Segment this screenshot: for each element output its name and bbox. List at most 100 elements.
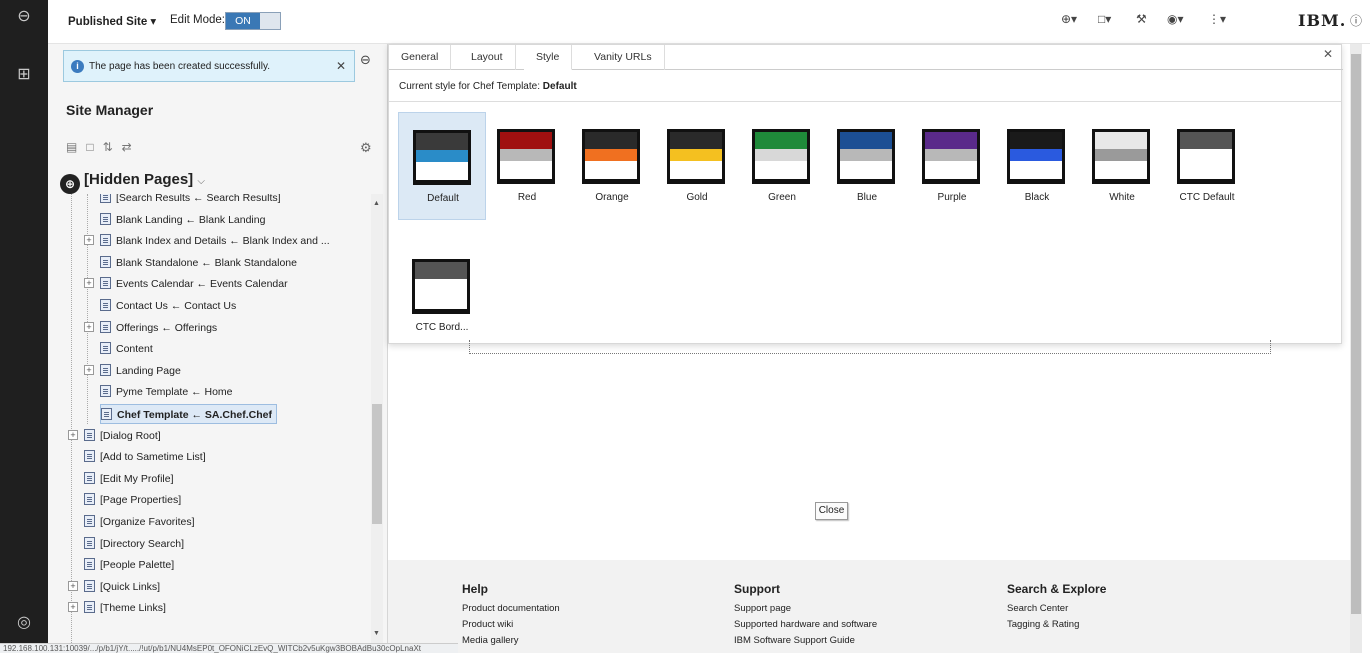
- collapse-toolbar-icon[interactable]: ⊖: [13, 6, 35, 28]
- style-swatch[interactable]: Orange: [568, 112, 656, 220]
- tree-node[interactable]: + Landing Page: [84, 361, 181, 381]
- tab-general[interactable]: General: [389, 45, 452, 70]
- style-preview-icon: [582, 129, 640, 184]
- style-preview-icon: [1177, 129, 1235, 184]
- published-site-dropdown[interactable]: Published Site ▾: [68, 14, 156, 28]
- tree-node[interactable]: [Organize Favorites]: [84, 512, 195, 532]
- close-notification-icon[interactable]: ✕: [336, 59, 346, 73]
- tree-node[interactable]: + [Dialog Root]: [68, 426, 161, 446]
- scroll-thumb[interactable]: [372, 404, 382, 524]
- style-swatch[interactable]: CTC Default: [1163, 112, 1251, 220]
- footer-link[interactable]: Media gallery: [462, 633, 560, 649]
- chevron-down-icon[interactable]: ⌵: [197, 176, 205, 187]
- footer-support-title: Support: [734, 582, 780, 596]
- expand-node-icon[interactable]: +: [84, 235, 94, 246]
- globe-icon: ⊕: [60, 174, 80, 194]
- tree-node[interactable]: + Events Calendar ← Events Calendar: [84, 274, 288, 294]
- style-swatch[interactable]: Green: [738, 112, 826, 220]
- tree-node[interactable]: [Directory Search]: [84, 534, 184, 554]
- tree-node[interactable]: Chef Template ← SA.Chef.Chef: [100, 404, 277, 424]
- edit-mode-toggle[interactable]: ON: [225, 12, 281, 30]
- page-icon: [100, 299, 111, 311]
- tree-node[interactable]: + Blank Index and Details ← Blank Index a…: [84, 231, 330, 251]
- divider: [389, 101, 1341, 102]
- style-swatch[interactable]: Black: [993, 112, 1081, 220]
- style-preview-icon: [667, 129, 725, 184]
- footer-link[interactable]: Product wiki: [462, 617, 560, 633]
- tree-scrollbar[interactable]: ▲ ▼: [371, 194, 383, 653]
- move-icon[interactable]: ⇅: [103, 140, 122, 154]
- style-preview-icon: [922, 129, 980, 184]
- tree-node[interactable]: Content: [100, 339, 153, 359]
- tab-style[interactable]: Style: [524, 45, 573, 70]
- style-name: Default: [427, 193, 459, 204]
- style-preview-icon: [413, 130, 471, 185]
- style-preview-icon: [752, 129, 810, 184]
- footer-link[interactable]: Tagging & Rating: [1007, 617, 1106, 633]
- tree-node[interactable]: Pyme Template ← Home: [100, 382, 233, 402]
- expand-node-icon[interactable]: +: [68, 602, 78, 613]
- tree-node[interactable]: + [Theme Links]: [68, 598, 166, 618]
- scroll-down-icon[interactable]: ▼: [373, 630, 380, 637]
- new-page-icon[interactable]: ▤: [66, 140, 86, 154]
- tree-node[interactable]: [Page Properties]: [84, 490, 181, 510]
- footer-link[interactable]: Search Center: [1007, 601, 1106, 617]
- close-dialog-icon[interactable]: ✕: [1323, 47, 1333, 61]
- style-swatch[interactable]: White: [1078, 112, 1166, 220]
- expand-node-icon[interactable]: +: [84, 278, 94, 289]
- style-swatch[interactable]: Red: [483, 112, 571, 220]
- collapse-panel-icon[interactable]: ⊖: [360, 52, 371, 68]
- expand-node-icon[interactable]: +: [84, 364, 94, 375]
- tree-node[interactable]: Blank Landing ← Blank Landing: [100, 210, 265, 230]
- tree-node-label: [Page Properties]: [100, 494, 182, 507]
- page-icon: [100, 277, 111, 290]
- tab-vanity-urls[interactable]: Vanity URLs: [582, 45, 665, 70]
- hidden-pages-label: [Hidden Pages]: [84, 171, 194, 188]
- help-lifebuoy-icon[interactable]: ◎: [13, 612, 35, 634]
- tree-node[interactable]: Contact Us ← Contact Us: [100, 296, 236, 316]
- style-swatch[interactable]: Gold: [653, 112, 741, 220]
- status-url: 192.168.100.131:10039/.../p/b1/jY/t.....…: [0, 643, 458, 653]
- footer-link[interactable]: Supported hardware and software: [734, 617, 877, 633]
- expand-node-icon[interactable]: +: [84, 321, 94, 332]
- tree-node[interactable]: [Add to Sametime List]: [84, 447, 206, 467]
- tree-node[interactable]: + [Quick Links]: [68, 577, 160, 597]
- scroll-up-icon[interactable]: ▲: [373, 200, 380, 207]
- add-page-icon[interactable]: ⊞: [13, 64, 35, 86]
- copy-page-icon[interactable]: □: [86, 140, 102, 154]
- sort-icon[interactable]: ⇄: [122, 140, 141, 154]
- tree-node-label: [Organize Favorites]: [100, 516, 195, 528]
- tab-layout[interactable]: Layout: [459, 45, 516, 70]
- info-icon[interactable]: ⓘ: [1350, 12, 1362, 29]
- tree-node[interactable]: [Edit My Profile]: [84, 469, 174, 489]
- footer: Help Product documentation Product wiki …: [388, 560, 1350, 653]
- style-swatch[interactable]: Blue: [823, 112, 911, 220]
- style-name: Green: [768, 192, 796, 203]
- style-swatch[interactable]: Default: [398, 112, 486, 220]
- expand-node-icon[interactable]: +: [68, 429, 78, 440]
- tree-node-label: Content: [116, 343, 153, 356]
- page-scroll-thumb[interactable]: [1351, 54, 1361, 614]
- footer-link[interactable]: Support page: [734, 601, 877, 617]
- footer-link[interactable]: IBM Software Support Guide: [734, 633, 877, 649]
- tree-node[interactable]: [Search Results ← Search Results]: [100, 194, 281, 208]
- tree-node[interactable]: Blank Standalone ← Blank Standalone: [100, 253, 297, 273]
- wrench-icon[interactable]: ⚒: [1136, 12, 1147, 26]
- device-preview-icon[interactable]: □▾: [1098, 12, 1111, 26]
- style-preview-icon: [497, 129, 555, 184]
- view-eye-icon[interactable]: ◉▾: [1167, 12, 1184, 26]
- page-scrollbar[interactable]: [1350, 44, 1362, 653]
- wordpress-globe-icon[interactable]: ⊕▾: [1061, 12, 1077, 26]
- tree-node[interactable]: [People Palette]: [84, 555, 174, 575]
- footer-link[interactable]: Product documentation: [462, 601, 560, 617]
- style-name: CTC Default: [1179, 192, 1235, 203]
- footer-support: Support Support page Supported hardware …: [734, 582, 877, 649]
- style-swatch[interactable]: Purple: [908, 112, 996, 220]
- close-button[interactable]: Close: [815, 502, 848, 520]
- expand-node-icon[interactable]: +: [68, 580, 78, 591]
- more-menu-icon[interactable]: ⋮▾: [1208, 12, 1226, 26]
- hidden-pages-root[interactable]: ⊕ [Hidden Pages] ⌵: [60, 171, 205, 194]
- tree-node[interactable]: + Offerings ← Offerings: [84, 318, 217, 338]
- settings-gear-icon[interactable]: ⚙: [360, 140, 372, 156]
- style-swatch[interactable]: CTC Bord...: [398, 242, 486, 350]
